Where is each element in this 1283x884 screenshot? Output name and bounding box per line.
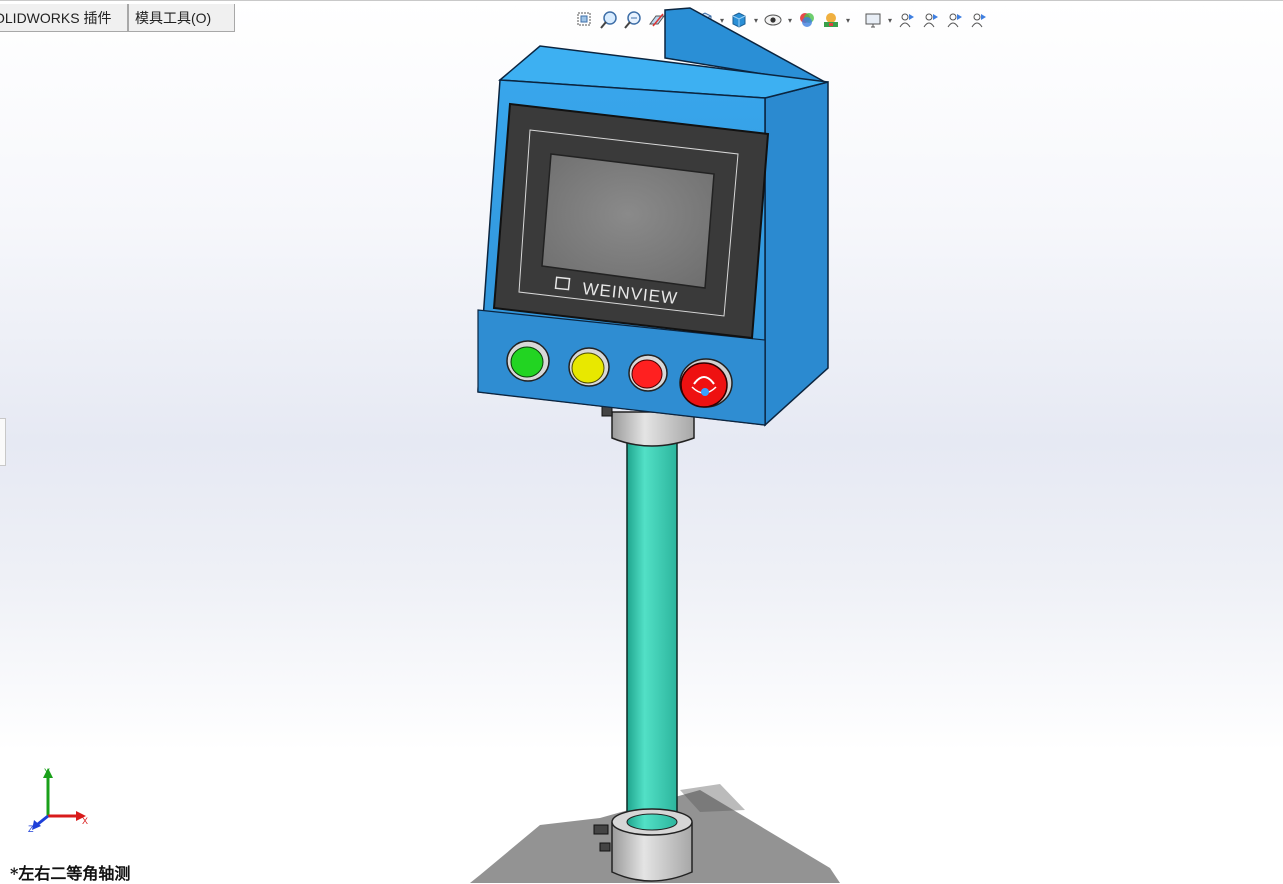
hmi-screen (541, 153, 715, 289)
y-axis-label: Y (44, 767, 50, 777)
z-axis-label: Z (28, 824, 34, 834)
yellow-pushbutton (568, 347, 610, 387)
enclosure-side (764, 81, 829, 427)
red-pushbutton (628, 354, 668, 392)
cad-model-viewport[interactable]: WEINVIEW (0, 0, 1283, 883)
x-axis-label: X (82, 816, 88, 826)
coordinate-triad: Y X Z (28, 767, 88, 834)
green-pushbutton (506, 340, 550, 382)
support-pole (626, 439, 678, 813)
view-orientation-label: *左右二等角轴测 (10, 864, 131, 883)
emergency-stop-button (679, 358, 733, 408)
